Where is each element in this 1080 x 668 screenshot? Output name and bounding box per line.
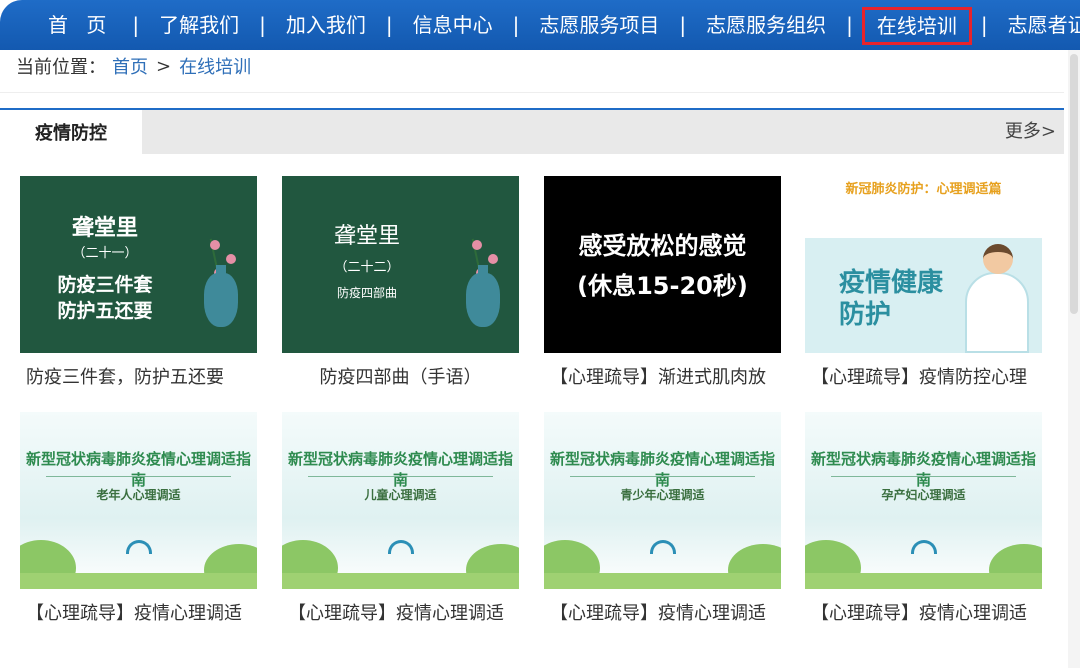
- thumb-banner: 新冠肺炎防护：心理调适篇: [845, 182, 1002, 197]
- logo-icon: [126, 540, 152, 554]
- video-card[interactable]: 聋堂里 （二十二） 防疫四部曲 防疫四部曲（手语）: [282, 176, 519, 391]
- scrollbar-thumb[interactable]: [1070, 54, 1078, 314]
- nav-separator: |: [385, 13, 393, 37]
- vase-icon: [466, 265, 500, 327]
- thumb-line: 防护: [839, 300, 892, 330]
- breadcrumb-home-link[interactable]: 首页: [112, 53, 148, 79]
- flower-icon: [488, 254, 498, 264]
- nav-separator: |: [846, 13, 853, 37]
- thumb-subtitle: 青少年心理调适: [620, 488, 705, 502]
- video-thumbnail[interactable]: 聋堂里 （二十一） 防疫三件套 防护五还要: [20, 176, 257, 353]
- nav-item-join[interactable]: 加入我们: [272, 0, 380, 50]
- video-card[interactable]: 新型冠状病毒肺炎疫情心理调适指南 孕产妇心理调适 【心理疏导】疫情心理调适: [805, 412, 1042, 627]
- logo-icon: [911, 540, 937, 554]
- video-caption[interactable]: 【心理疏导】疫情心理调适: [550, 601, 795, 627]
- thumb-subtitle: （二十一）: [72, 246, 138, 261]
- breadcrumb-prefix: 当前位置：: [16, 57, 106, 78]
- thumb-subtitle: 老年人心理调适: [96, 488, 181, 502]
- video-caption[interactable]: 防疫四部曲（手语）: [282, 365, 519, 391]
- nav-separator: |: [132, 13, 140, 37]
- top-nav: 首 页 | 了解我们 | 加入我们 | 信息中心 | 志愿服务项目 | 志愿服务…: [0, 0, 1080, 50]
- ground: [805, 573, 1042, 589]
- video-card[interactable]: 新型冠状病毒肺炎疫情心理调适指南 儿童心理调适 【心理疏导】疫情心理调适: [282, 412, 519, 627]
- thumb-line: 感受放松的感觉: [578, 232, 747, 260]
- video-caption[interactable]: 【心理疏导】渐进式肌肉放: [550, 365, 795, 391]
- nav-separator: |: [259, 13, 266, 37]
- thumb-rule: [570, 476, 755, 477]
- flower-icon: [210, 240, 220, 250]
- section-header: 疫情防控 更多>: [0, 108, 1064, 156]
- divider: [0, 92, 1064, 93]
- nav-item-news[interactable]: 信息中心: [399, 0, 507, 50]
- nav-item-organizations[interactable]: 志愿服务组织: [692, 0, 840, 50]
- video-thumbnail[interactable]: 感受放松的感觉 (休息15-20秒): [544, 176, 781, 353]
- logo-icon: [388, 540, 414, 554]
- thumb-subtitle: （二十二）: [334, 260, 400, 275]
- breadcrumb-arrow: >: [156, 55, 172, 77]
- thumb-subtitle: 孕产妇心理调适: [881, 488, 966, 502]
- doctor-icon: [965, 272, 1029, 353]
- video-thumbnail[interactable]: 新型冠状病毒肺炎疫情心理调适指南 孕产妇心理调适: [805, 412, 1042, 589]
- thumb-subtitle: 儿童心理调适: [364, 488, 437, 502]
- nav-separator: |: [512, 13, 520, 37]
- more-link[interactable]: 更多>: [1005, 110, 1056, 154]
- video-card[interactable]: 新冠肺炎防护：心理调适篇 疫情健康 防护 【心理疏导】疫情防控心理: [805, 176, 1042, 391]
- ground: [282, 573, 519, 589]
- thumb-title: 新型冠状病毒肺炎疫情心理调适指南: [287, 450, 513, 489]
- video-caption[interactable]: 【心理疏导】疫情心理调适: [811, 601, 1056, 627]
- thumb-line: 防疫四部曲: [336, 286, 397, 300]
- doctor-head-icon: [983, 244, 1013, 274]
- thumb-line: 防护五还要: [57, 300, 153, 322]
- thumb-rule: [46, 476, 231, 477]
- video-card[interactable]: 新型冠状病毒肺炎疫情心理调适指南 老年人心理调适 【心理疏导】疫情心理调适: [20, 412, 257, 627]
- flower-icon: [226, 254, 236, 264]
- ground: [20, 573, 257, 589]
- video-thumbnail[interactable]: 聋堂里 （二十二） 防疫四部曲: [282, 176, 519, 353]
- nav-item-home[interactable]: 首 页: [0, 0, 126, 50]
- video-thumbnail[interactable]: 新型冠状病毒肺炎疫情心理调适指南 儿童心理调适: [282, 412, 519, 589]
- vase-icon: [204, 265, 238, 327]
- thumb-line: 防疫三件套: [57, 274, 153, 296]
- thumb-title: 聋堂里: [71, 216, 138, 241]
- video-card[interactable]: 感受放松的感觉 (休息15-20秒) 【心理疏导】渐进式肌肉放: [544, 176, 781, 391]
- thumb-rule: [308, 476, 493, 477]
- video-thumbnail[interactable]: 新冠肺炎防护：心理调适篇 疫情健康 防护: [805, 176, 1042, 353]
- scrollbar[interactable]: [1068, 50, 1080, 668]
- thumb-rule: [831, 476, 1016, 477]
- logo-icon: [650, 540, 676, 554]
- thumb-title: 新型冠状病毒肺炎疫情心理调适指南: [25, 450, 251, 489]
- flower-icon: [472, 240, 482, 250]
- thumb-line: (休息15-20秒): [577, 272, 748, 300]
- nav-item-online-training[interactable]: 在线培训: [859, 4, 975, 48]
- thumb-title: 聋堂里: [333, 224, 400, 249]
- nav-item-about[interactable]: 了解我们: [145, 0, 253, 50]
- nav-separator: |: [980, 13, 988, 37]
- section-tab-epidemic[interactable]: 疫情防控: [0, 108, 142, 156]
- ground: [544, 573, 781, 589]
- nav-separator: |: [679, 13, 687, 37]
- nav-item-volunteer-certificate[interactable]: 志愿者证(?: [994, 0, 1080, 50]
- video-card[interactable]: 新型冠状病毒肺炎疫情心理调适指南 青少年心理调适 【心理疏导】疫情心理调适: [544, 412, 781, 627]
- video-thumbnail[interactable]: 新型冠状病毒肺炎疫情心理调适指南 青少年心理调适: [544, 412, 781, 589]
- video-caption[interactable]: 【心理疏导】疫情心理调适: [288, 601, 533, 627]
- video-caption[interactable]: 【心理疏导】疫情心理调适: [26, 601, 271, 627]
- thumb-title: 新型冠状病毒肺炎疫情心理调适指南: [810, 450, 1036, 489]
- breadcrumb-current-link[interactable]: 在线培训: [179, 53, 251, 79]
- video-caption[interactable]: 防疫三件套，防护五还要: [26, 365, 271, 391]
- nav-item-projects[interactable]: 志愿服务项目: [525, 0, 673, 50]
- video-thumbnail[interactable]: 新型冠状病毒肺炎疫情心理调适指南 老年人心理调适: [20, 412, 257, 589]
- thumb-title: 新型冠状病毒肺炎疫情心理调适指南: [549, 450, 775, 489]
- video-card[interactable]: 聋堂里 （二十一） 防疫三件套 防护五还要 防疫三件套，防护五还要: [20, 176, 257, 391]
- breadcrumb: 当前位置： 首页 > 在线培训: [16, 52, 251, 80]
- video-caption[interactable]: 【心理疏导】疫情防控心理: [811, 365, 1056, 391]
